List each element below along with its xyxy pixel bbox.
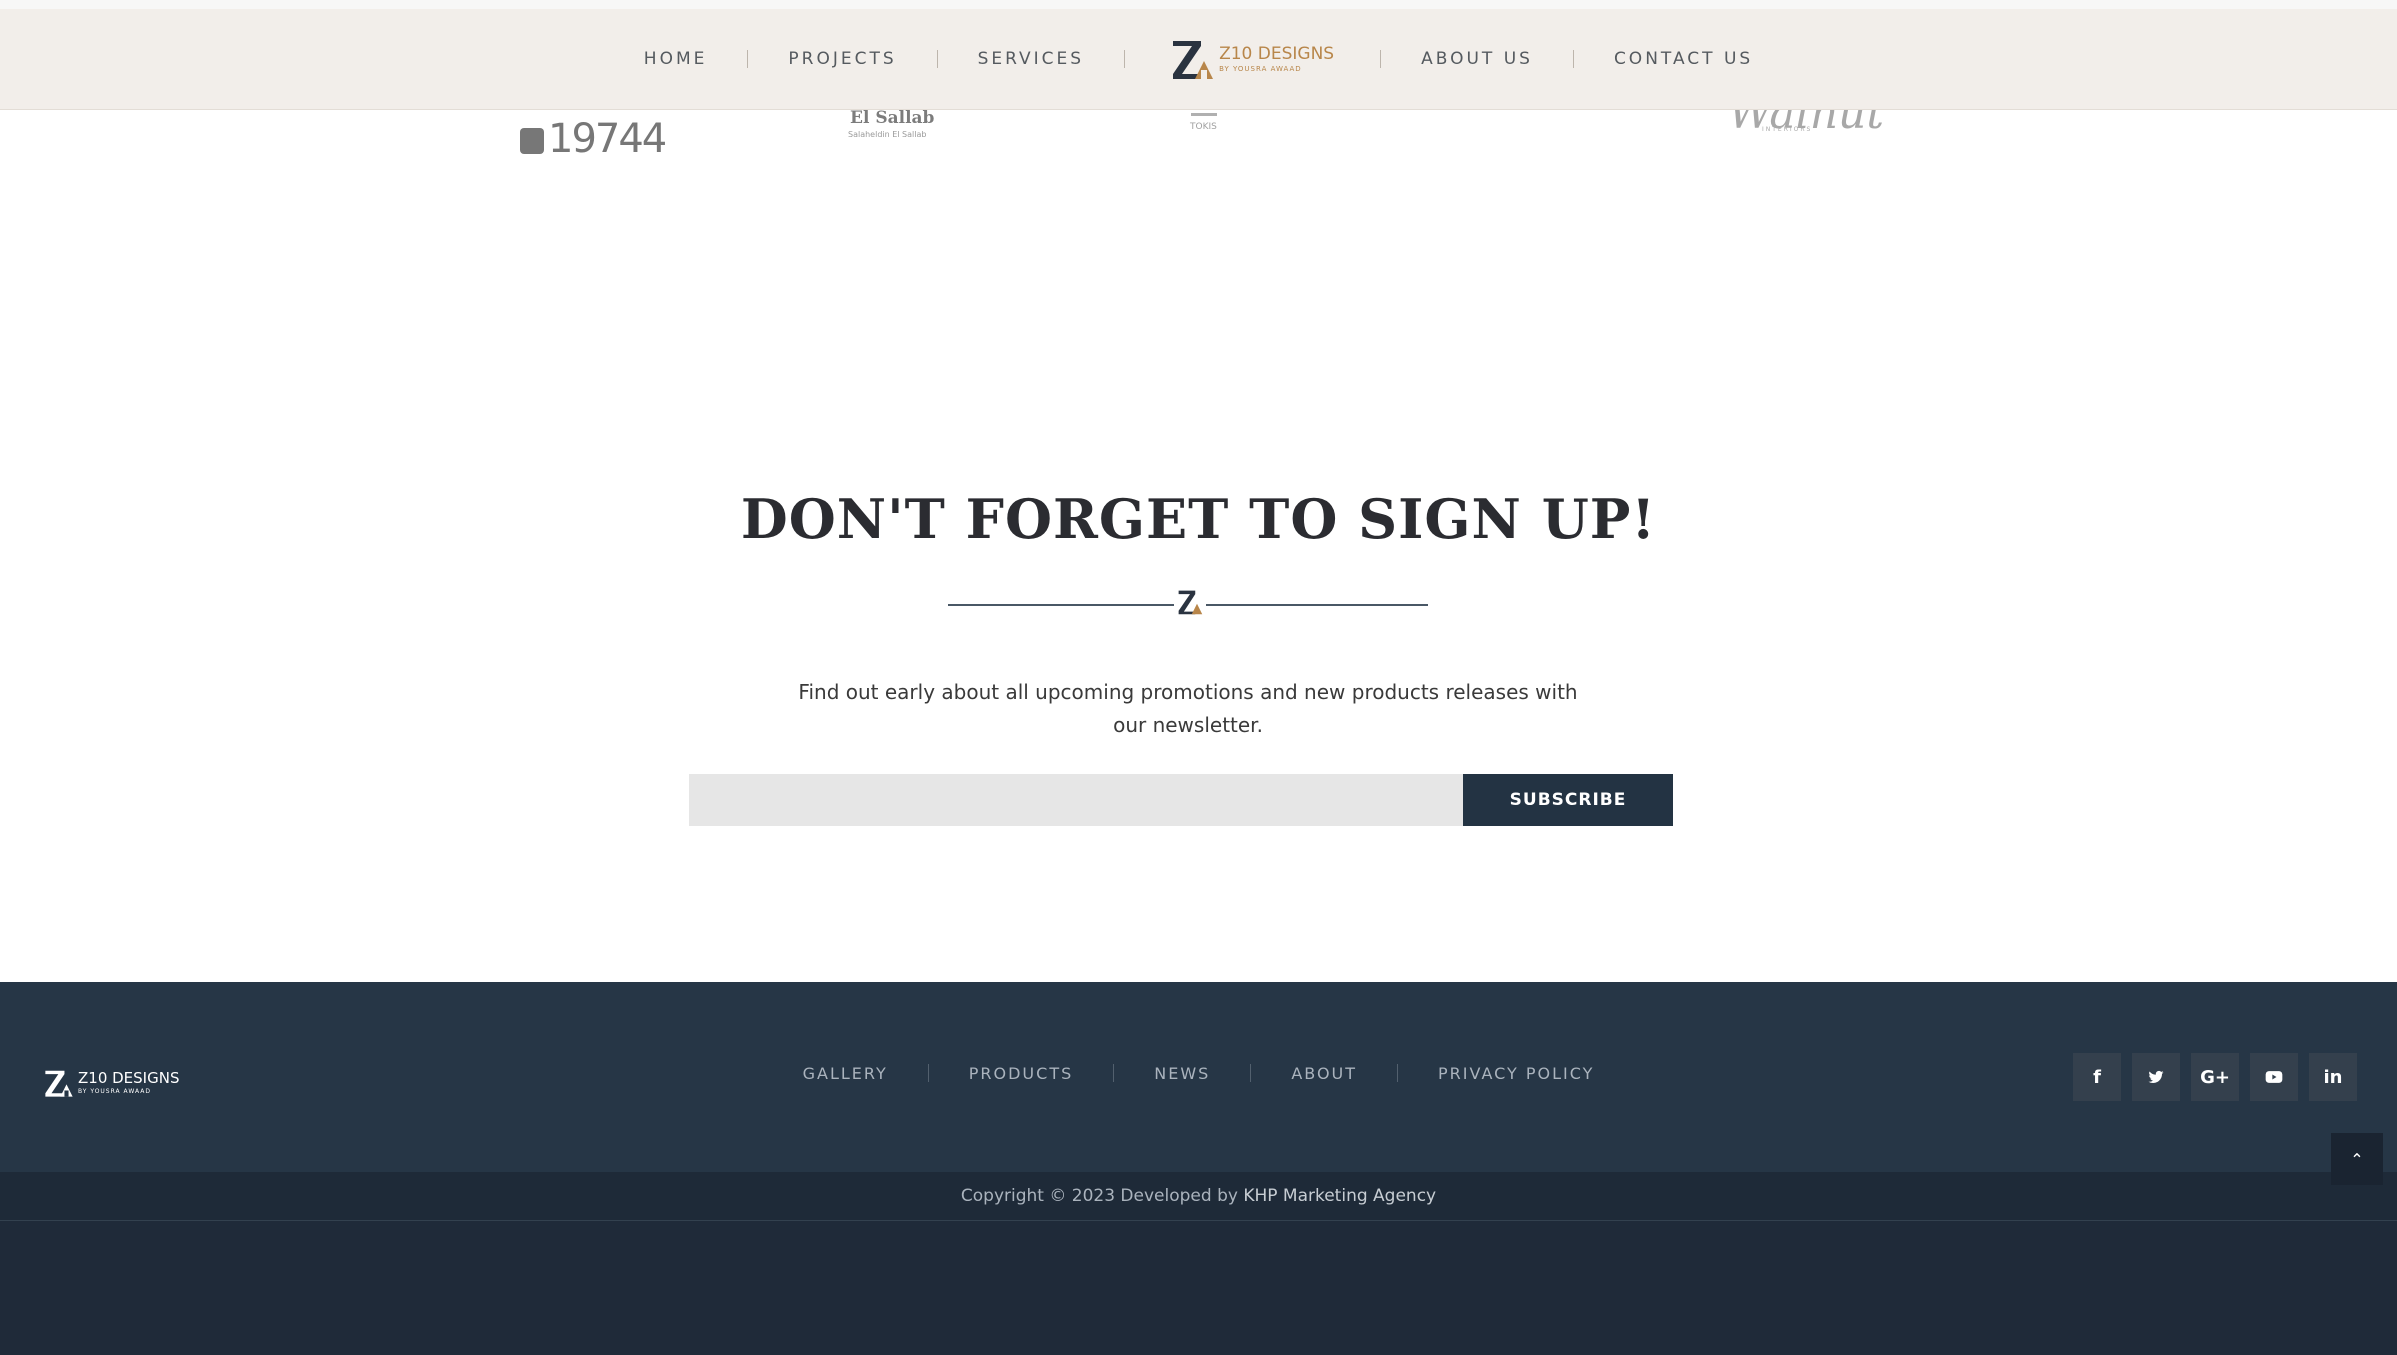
nav-contact-us[interactable]: CONTACT US (1614, 49, 1753, 69)
footer-nav-divider (1397, 1064, 1399, 1082)
newsletter-description: Find out early about all upcoming promot… (798, 680, 1578, 737)
nav-divider (747, 50, 749, 68)
divider-z-icon (1174, 584, 1206, 620)
nav-divider (1380, 50, 1382, 68)
page-bottom (0, 1221, 2397, 1355)
footer-link-products[interactable]: PRODUCTS (969, 1064, 1074, 1083)
footer-nav-divider (1113, 1064, 1115, 1082)
back-to-top-button[interactable]: ⌃ (2331, 1133, 2383, 1185)
site-footer: Z10 DESIGNS BY YOUSRA AWAAD GALLERY PROD… (0, 982, 2397, 1172)
linkedin-icon[interactable]: in (2309, 1053, 2357, 1101)
partner-logo-walnut-sub: INTERIORS (1762, 126, 1813, 133)
partner-logo-mark (1191, 113, 1217, 116)
nav-divider (1124, 50, 1126, 68)
partner-logo-elsallab: El Sallab (850, 108, 935, 128)
copyright-text: Copyright © 2023 Developed by KHP Market… (960, 1186, 1437, 1206)
footer-link-gallery[interactable]: GALLERY (803, 1064, 888, 1083)
partner-logo-elsallab-sub: Salaheldin El Sallab (848, 130, 927, 139)
twitter-icon[interactable] (2132, 1053, 2180, 1101)
google-plus-icon[interactable]: G+ (2191, 1053, 2239, 1101)
social-links: f G+ in (2073, 1053, 2357, 1101)
facebook-icon[interactable]: f (2073, 1053, 2121, 1101)
copyright-bar: Copyright © 2023 Developed by KHP Market… (0, 1172, 2397, 1221)
header-logo[interactable]: Z10 DESIGNS BY YOUSRA AWAAD (1171, 37, 1334, 81)
footer-nav-divider (927, 1064, 929, 1082)
nav-divider (936, 50, 938, 68)
newsletter-email-input[interactable] (689, 774, 1463, 826)
nav-divider (1572, 50, 1574, 68)
nav-projects[interactable]: PROJECTS (788, 49, 896, 69)
logo-title: Z10 DESIGNS (1219, 43, 1335, 64)
z10-logo-icon (1173, 41, 1214, 79)
nav-services[interactable]: SERVICES (978, 49, 1084, 69)
footer-link-news[interactable]: NEWS (1154, 1064, 1210, 1083)
youtube-icon[interactable] (2250, 1053, 2298, 1101)
phone-icon (520, 128, 544, 154)
subscribe-button[interactable]: SUBSCRIBE (1463, 774, 1673, 826)
footer-logo-subtitle: BY YOUSRA AWAAD (78, 1088, 151, 1095)
logo-subtitle: BY YOUSRA AWAAD (1219, 64, 1302, 73)
footer-link-privacy-policy[interactable]: PRIVACY POLICY (1438, 1064, 1594, 1083)
partner-logo-tokis: TOKIS (1190, 122, 1217, 132)
nav-home[interactable]: HOME (644, 49, 708, 69)
footer-nav: GALLERY PRODUCTS NEWS ABOUT PRIVACY POLI… (0, 1060, 2397, 1086)
main-nav: HOME PROJECTS SERVICES Z10 DESIGNS BY YO… (0, 9, 2397, 109)
footer-link-about[interactable]: ABOUT (1291, 1064, 1357, 1083)
newsletter-title: DON'T FORGET TO SIGN UP! (740, 487, 1657, 551)
agency-link[interactable]: KHP Marketing Agency (1243, 1186, 1436, 1206)
site-header: HOME PROJECTS SERVICES Z10 DESIGNS BY YO… (0, 0, 2397, 110)
nav-about-us[interactable]: ABOUT US (1421, 49, 1533, 69)
partner-logo-hotline: 19744 (520, 116, 667, 162)
footer-nav-divider (1250, 1064, 1252, 1082)
